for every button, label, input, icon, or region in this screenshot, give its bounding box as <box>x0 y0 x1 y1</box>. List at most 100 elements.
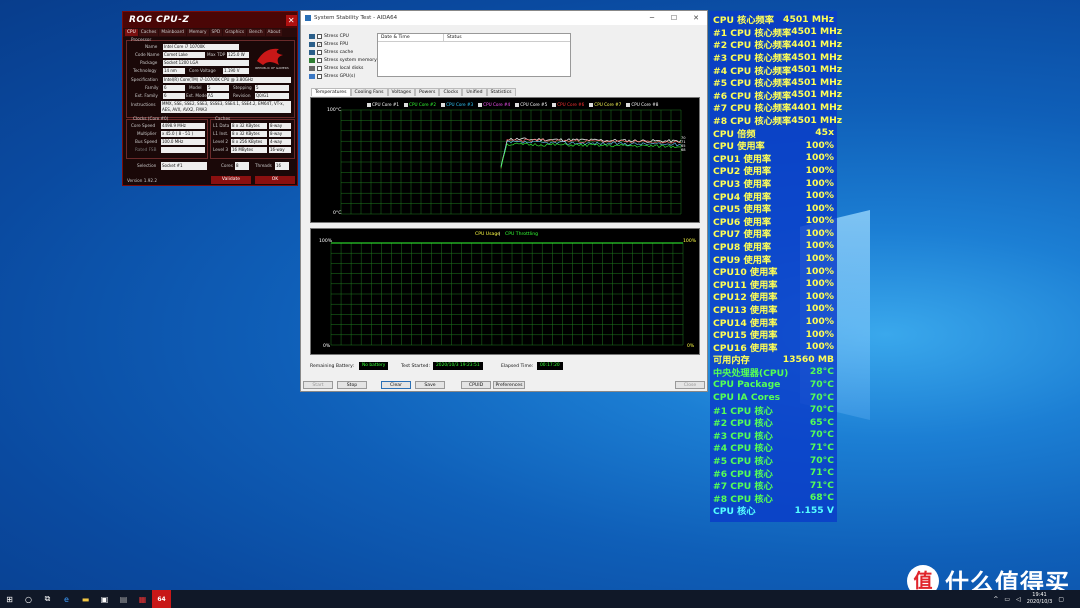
stress-memory-check[interactable]: Stress system memory <box>309 58 377 63</box>
tab-powers[interactable]: Powers <box>415 88 440 96</box>
tab-memory[interactable]: Memory <box>187 29 209 36</box>
ratedfsb-label: Rated FSB <box>135 147 157 152</box>
checkbox[interactable] <box>317 58 322 63</box>
aida64-taskbar-icon[interactable]: 64 <box>152 590 171 608</box>
preferences-button[interactable]: Preferences <box>493 381 525 389</box>
level3-value: 16 MBytes <box>231 147 267 153</box>
sensor-row: CPU 倍频 45x <box>710 126 837 140</box>
sensor-row: CPU 核心频率 4501 MHz <box>710 13 837 27</box>
checkbox[interactable] <box>317 50 322 55</box>
busspeed-value: 100.0 MHz <box>161 139 205 145</box>
tab-voltages[interactable]: Voltages <box>387 88 416 96</box>
revision-value: Q0/G1 <box>255 93 289 99</box>
validate-button[interactable]: Validate <box>211 176 251 184</box>
test-started-label: Test Started: <box>401 364 431 369</box>
clock[interactable]: 19:41 2020/10/3 <box>1027 592 1053 606</box>
stress-cpu-check[interactable]: Stress CPU <box>309 34 349 39</box>
checkbox[interactable] <box>317 34 322 39</box>
tab-caches[interactable]: Caches <box>138 29 159 36</box>
checkbox[interactable] <box>317 74 322 79</box>
tab-spd[interactable]: SPD <box>209 29 223 36</box>
tab-mainboard[interactable]: Mainboard <box>159 29 187 36</box>
maximize-icon[interactable]: ☐ <box>663 14 685 22</box>
test-started-value: 2020/10/3 19:23:51 <box>433 362 483 370</box>
tab-unified[interactable]: Unified <box>462 88 487 96</box>
sensor-row: #7 CPU 核心频率 4401 MHz <box>710 101 842 115</box>
start-button[interactable]: Start <box>303 381 333 389</box>
sensor-row: CPU IA Cores 70°C <box>710 391 837 404</box>
selection-dropdown[interactable]: Socket #1 <box>161 162 207 170</box>
clock-date: 2020/10/3 <box>1026 599 1053 605</box>
save-button[interactable]: Save <box>415 381 445 389</box>
sensor-row: #5 CPU 核心 70°C <box>710 454 837 468</box>
tab-about[interactable]: About <box>265 29 283 36</box>
processor-group-label: Processor <box>131 37 152 42</box>
ok-button[interactable]: OK <box>255 176 295 184</box>
chevron-up-icon[interactable]: ^ <box>993 596 998 603</box>
aida-tabs: Temperatures Cooling Fans Voltages Power… <box>311 88 516 96</box>
usage-right-min: 0% <box>687 344 695 349</box>
checkbox-checked[interactable]: ✓ <box>317 42 322 47</box>
usage-max-label: 100% <box>319 239 333 244</box>
sensor-value: 100% <box>805 177 834 189</box>
cpuz-titlebar[interactable]: ROG CPU-Z ✕ <box>123 12 297 28</box>
file-explorer-icon[interactable]: ▬ <box>76 590 95 608</box>
tab-graphics[interactable]: Graphics <box>223 29 247 36</box>
tab-statistics[interactable]: Statistics <box>486 88 516 96</box>
sensor-row: #3 CPU 核心 70°C <box>710 429 837 442</box>
stress-memory-label: Stress system memory <box>324 58 377 63</box>
task-view-icon[interactable]: ⧉ <box>38 590 57 608</box>
l1data-label: L1 Data <box>213 123 230 128</box>
start-icon[interactable]: ⊞ <box>0 590 19 608</box>
sensor-row: 中央处理器(CPU) 28°C <box>710 366 837 379</box>
sensor-value: 70°C <box>809 429 834 441</box>
minimize-icon[interactable]: ─ <box>641 14 663 22</box>
stop-button[interactable]: Stop <box>337 381 367 389</box>
maxtdp-label: Max TDP <box>207 52 226 57</box>
stress-cache-check[interactable]: Stress cache <box>309 50 353 55</box>
checkbox[interactable] <box>317 66 322 71</box>
tab-temperatures[interactable]: Temperatures <box>311 88 351 96</box>
cache-icon <box>309 50 315 55</box>
sensor-row: CPU 核心 1.155 V <box>710 504 837 518</box>
sensor-row: CPU2 使用率 100% <box>710 164 837 178</box>
gpu-icon <box>309 74 315 79</box>
network-icon[interactable]: ▭ <box>1004 596 1010 603</box>
volume-icon[interactable]: ◁ <box>1016 596 1021 603</box>
stress-disks-check[interactable]: Stress local disks <box>309 66 363 71</box>
level3-way: 16-way <box>269 147 291 153</box>
name-label: Name <box>145 44 158 49</box>
tab-cooling-fans[interactable]: Cooling Fans <box>350 88 388 96</box>
settings-icon[interactable]: ▤ <box>114 590 133 608</box>
sensor-row: CPU Package 70°C <box>710 378 837 391</box>
stress-fpu-check[interactable]: ✓ Stress FPU <box>309 42 348 47</box>
usage-min-label: 0% <box>323 344 331 349</box>
close-icon[interactable]: ✕ <box>685 14 707 22</box>
sensor-row: CPU14 使用率 100% <box>710 315 837 329</box>
close-icon[interactable]: ✕ <box>286 14 297 26</box>
sensor-row: CPU15 使用率 100% <box>710 328 837 342</box>
temperature-graph: CPU Core #1 CPU Core #2 CPU Core #3 CPU Cor… <box>310 97 700 223</box>
clear-button[interactable]: Clear <box>381 381 411 389</box>
sensor-label: CPU Package <box>713 379 781 391</box>
tab-cpu[interactable]: CPU <box>125 29 138 36</box>
log-col-status: Status <box>447 35 462 40</box>
search-icon[interactable]: ○ <box>19 590 38 608</box>
notification-icon[interactable]: ▢ <box>1058 596 1064 603</box>
cpuz-taskbar-icon[interactable]: ▦ <box>133 590 152 608</box>
stress-gpu-check[interactable]: Stress GPU(s) <box>309 74 355 79</box>
sensor-row: #3 CPU 核心频率 4501 MHz <box>710 51 842 65</box>
rog-logo: REPUBLIC OF GAMERS <box>255 48 289 70</box>
cpuid-button[interactable]: CPUID <box>461 381 491 389</box>
edge-icon[interactable]: e <box>57 590 76 608</box>
close-button[interactable]: Close <box>675 381 705 389</box>
technology-value: 14 nm <box>163 68 185 74</box>
sensor-row: #6 CPU 核心频率 4501 MHz <box>710 89 842 102</box>
log-table: Date & Time Status <box>377 33 571 77</box>
codename-value: Comet Lake <box>163 52 205 58</box>
aida-titlebar[interactable]: System Stability Test - AIDA64 ─ ☐ ✕ <box>301 11 707 25</box>
tab-clocks[interactable]: Clocks <box>439 88 463 96</box>
instructions-label: Instructions <box>131 102 156 107</box>
tab-bench[interactable]: Bench <box>247 29 265 36</box>
store-icon[interactable]: ▣ <box>95 590 114 608</box>
